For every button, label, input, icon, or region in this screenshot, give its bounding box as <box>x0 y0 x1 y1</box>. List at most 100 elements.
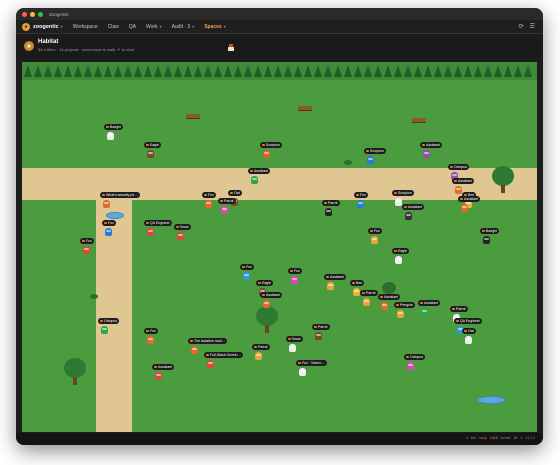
tab-qa[interactable]: QA <box>129 24 136 30</box>
critter-name-tag[interactable]: Swan <box>286 336 303 342</box>
critter-name-tag[interactable]: Fox <box>202 192 216 198</box>
user-menu-icon[interactable]: ☰ <box>530 23 535 30</box>
critter-name-tag[interactable]: Octopus <box>448 164 470 170</box>
critter-name-tag[interactable]: Octopus <box>404 354 426 360</box>
critter-name-tag[interactable]: Parrot <box>312 324 330 330</box>
critter-name-tag[interactable]: Full-Stack Develo… <box>204 352 243 358</box>
critter-sprite-icon[interactable] <box>289 344 296 352</box>
critter-sprite-icon[interactable] <box>207 360 214 368</box>
critter-name-tag[interactable]: Owl <box>462 328 477 334</box>
critter-name-tag[interactable]: Scorpion <box>260 142 282 148</box>
critter-name-tag[interactable]: Penguin <box>394 302 415 308</box>
critter-sprite-icon[interactable] <box>357 200 364 208</box>
critter-sprite-icon[interactable] <box>367 156 374 164</box>
critter-sprite-icon[interactable] <box>353 288 360 296</box>
close-window-button[interactable] <box>22 11 27 17</box>
critter-name-tag[interactable]: Eagle <box>144 142 161 148</box>
chevron-down-icon[interactable]: ▾ <box>61 24 63 29</box>
critter-name-tag[interactable]: Octopus <box>98 318 120 324</box>
critter-sprite-icon[interactable] <box>205 200 212 208</box>
critter-sprite-icon[interactable] <box>465 336 472 344</box>
critter-name-tag[interactable]: Parrot <box>322 200 340 206</box>
critter-sprite-icon[interactable] <box>299 368 306 376</box>
critter-sprite-icon[interactable] <box>291 276 298 284</box>
critter-name-tag[interactable]: Parrot <box>360 290 378 296</box>
critter-sprite-icon[interactable] <box>221 206 228 214</box>
critter-name-tag[interactable]: Fox <box>368 228 382 234</box>
critter-name-tag[interactable]: Fox <box>102 220 116 226</box>
critter-name-tag[interactable]: QA Engineer <box>454 318 482 324</box>
critter-sprite-icon[interactable] <box>395 256 402 264</box>
critter-sprite-icon[interactable] <box>423 150 430 158</box>
tab-work[interactable]: Work <box>146 24 158 30</box>
critter-sprite-icon[interactable] <box>315 332 322 340</box>
critter-sprite-icon[interactable] <box>103 200 110 208</box>
critter-name-tag[interactable]: Fox <box>144 328 158 334</box>
critter-name-tag[interactable]: Fox <box>354 192 368 198</box>
tab-spaces[interactable]: Spaces <box>204 24 222 30</box>
critter-name-tag[interactable]: Fox <box>80 238 94 244</box>
critter-name-tag[interactable]: Fox <box>240 264 254 270</box>
critter-sprite-icon[interactable] <box>107 132 114 140</box>
critter-sprite-icon[interactable] <box>263 150 270 158</box>
critter-name-tag[interactable]: Badger <box>104 124 124 130</box>
critter-name-tag[interactable]: Assistant <box>260 292 283 298</box>
critter-sprite-icon[interactable] <box>155 372 162 380</box>
critter-name-tag[interactable]: Swan <box>174 224 191 230</box>
critter-name-tag[interactable]: Scorpion <box>392 190 414 196</box>
critter-sprite-icon[interactable] <box>455 186 462 194</box>
critter-name-tag[interactable]: Bee <box>350 280 365 286</box>
critter-name-tag[interactable]: What's actually pe… <box>100 192 140 198</box>
critter-sprite-icon[interactable] <box>405 212 412 220</box>
tab-claw[interactable]: Claw <box>108 24 119 30</box>
critter-name-tag[interactable]: Assistant <box>458 196 481 202</box>
critter-name-tag[interactable]: Parrot <box>450 306 468 312</box>
critter-name-tag[interactable]: Badger <box>480 228 500 234</box>
critter-sprite-icon[interactable] <box>407 362 414 370</box>
critter-sprite-icon[interactable] <box>397 310 404 318</box>
critter-sprite-icon[interactable] <box>251 176 258 184</box>
critter-sprite-icon[interactable] <box>263 300 270 308</box>
critter-name-tag[interactable]: Assistant <box>418 300 441 306</box>
critter-name-tag[interactable]: Eagle <box>256 280 273 286</box>
critter-name-tag[interactable]: Assistant <box>152 364 175 370</box>
critter-name-tag[interactable]: Eagle <box>392 248 409 254</box>
critter-name-tag[interactable]: Assistant <box>378 294 401 300</box>
minimize-window-button[interactable] <box>30 11 35 17</box>
critter-name-tag[interactable]: Assistant <box>402 204 425 210</box>
critter-name-tag[interactable]: Owl <box>228 190 243 196</box>
critter-sprite-icon[interactable] <box>483 236 490 244</box>
tab-workspace[interactable]: Workspace <box>73 24 98 30</box>
critter-sprite-icon[interactable] <box>255 352 262 360</box>
tab-audit[interactable]: Audit · 3 <box>172 24 191 30</box>
critter-name-tag[interactable]: Parrot <box>252 344 270 350</box>
critter-sprite-icon[interactable] <box>191 346 198 354</box>
critter-sprite-icon[interactable] <box>83 246 90 254</box>
refresh-icon[interactable]: ⟳ <box>519 23 524 30</box>
critter-sprite-icon[interactable] <box>101 326 108 334</box>
critter-sprite-icon[interactable] <box>177 232 184 240</box>
critter-sprite-icon[interactable] <box>395 198 402 206</box>
critter-name-tag[interactable]: Assistant <box>324 274 347 280</box>
critter-name-tag[interactable]: The isolation mod… <box>188 338 228 344</box>
critter-sprite-icon[interactable] <box>371 236 378 244</box>
critter-sprite-icon[interactable] <box>243 272 250 280</box>
critter-name-tag[interactable]: Fox <box>288 268 302 274</box>
critter-name-tag[interactable]: Fox · Tavern… <box>296 360 327 366</box>
habitat-map[interactable]: Badger Eagle Scorpion Assistant Scorpion Octo… <box>22 62 537 432</box>
critter-name-tag[interactable]: QA Engineer <box>144 220 172 226</box>
zoom-window-button[interactable] <box>38 11 43 17</box>
critter-sprite-icon[interactable] <box>147 150 154 158</box>
critter-sprite-icon[interactable] <box>327 282 334 290</box>
critter-sprite-icon[interactable] <box>105 228 112 236</box>
critter-sprite-icon[interactable] <box>381 302 388 310</box>
brand-name[interactable]: zoogentic <box>33 24 59 30</box>
critter-sprite-icon[interactable] <box>147 336 154 344</box>
critter-name-tag[interactable]: Assistant <box>420 142 443 148</box>
critter-sprite-icon[interactable] <box>461 204 468 212</box>
critter-name-tag[interactable]: Assistant <box>248 168 271 174</box>
critter-sprite-icon[interactable] <box>147 228 154 236</box>
critter-sprite-icon[interactable] <box>421 308 428 316</box>
critter-name-tag[interactable]: Parrot <box>218 198 236 204</box>
critter-name-tag[interactable]: Assistant <box>452 178 475 184</box>
